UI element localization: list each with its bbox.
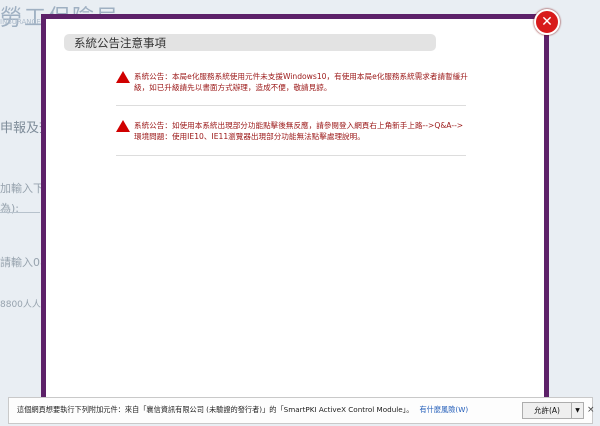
ie-notification-bar: 這個網頁想要執行下列附加元件：來自「襄信資訊有限公司 (未驗證的發行者)」的「S… <box>8 397 595 424</box>
warning-icon <box>116 120 130 132</box>
warning-icon <box>116 71 130 83</box>
background-text-2: 加輸入下 <box>0 182 44 195</box>
infobar-close-icon[interactable]: × <box>587 405 595 415</box>
allow-dropdown-button[interactable]: ▼ <box>572 402 584 419</box>
announcement-modal: 系統公告注意事項 系統公告：本局e化服務系統使用元件未支援Windows10，有… <box>41 14 549 414</box>
background-logo-sub: INSURANCE <box>0 18 41 26</box>
background-divider <box>0 212 40 213</box>
modal-title: 系統公告注意事項 <box>74 36 166 50</box>
modal-close-button[interactable]: ✕ <box>534 9 560 35</box>
risk-link[interactable]: 有什麼風險(W) <box>419 405 468 414</box>
infobar-message-text: 這個網頁想要執行下列附加元件：來自「襄信資訊有限公司 (未驗證的發行者)」的「S… <box>17 405 414 414</box>
notice-text-1: 系統公告：本局e化服務系統使用元件未支援Windows10，有使用本局e化服務系… <box>134 72 468 92</box>
modal-header: 系統公告注意事項 <box>64 34 436 51</box>
background-text-5: 8800人人 <box>0 300 41 310</box>
allow-button[interactable]: 允許(A) <box>522 402 572 419</box>
background-text-3: 為): <box>0 202 19 215</box>
notice-text-2: 系統公告：如使用本系統出現部分功能點擊後無反應，請參閱登入網頁右上角新手上路--… <box>134 121 464 141</box>
infobar-message: 這個網頁想要執行下列附加元件：來自「襄信資訊有限公司 (未驗證的發行者)」的「S… <box>17 405 468 415</box>
notice-divider-1 <box>116 105 466 106</box>
notice-divider-2 <box>116 155 466 156</box>
